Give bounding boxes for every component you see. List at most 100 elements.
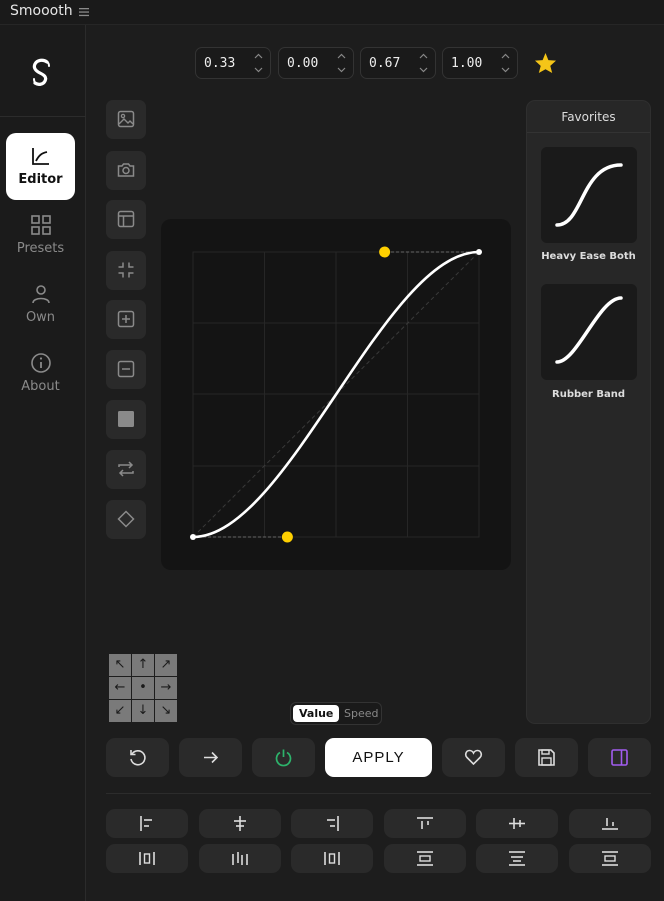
direction-right[interactable]: →: [155, 677, 177, 699]
swap-icon: [118, 461, 134, 477]
hamburger-menu-icon[interactable]: [78, 6, 90, 18]
reset-button[interactable]: [106, 738, 169, 777]
square-icon: [118, 411, 134, 427]
bezier-x2-value: 0.67: [369, 56, 401, 71]
align-right-icon: [327, 816, 339, 831]
spinner-icon[interactable]: [254, 52, 263, 74]
reset-icon: [130, 750, 146, 766]
align-top-icon: [417, 817, 433, 829]
curve-start-point: [190, 534, 196, 540]
direction-up-right[interactable]: ↗: [155, 654, 177, 676]
zoom-out-button[interactable]: [106, 350, 146, 389]
image-icon: [117, 110, 135, 128]
chart-icon: [32, 148, 49, 165]
distribute-v-top-button[interactable]: [384, 844, 466, 873]
align-center-v-icon: [509, 818, 525, 829]
svelte-logo-icon: [32, 58, 50, 86]
distribute-h-right-button[interactable]: [291, 844, 373, 873]
distribute-h-left-button[interactable]: [106, 844, 188, 873]
mode-value-option[interactable]: Value: [293, 705, 340, 722]
favorite-button[interactable]: [442, 738, 505, 777]
sidebar-item-label: Editor: [18, 172, 63, 187]
collapse-button[interactable]: [106, 251, 146, 290]
sidebar-item-label: Presets: [16, 241, 65, 256]
collapse-icon: [118, 262, 134, 278]
align-right-button[interactable]: [291, 809, 373, 838]
align-center-h-icon: [234, 816, 246, 831]
bezier-y2-input[interactable]: 1.00: [442, 47, 518, 79]
align-bottom-icon: [602, 818, 618, 830]
mode-toggle: Value Speed: [290, 702, 382, 725]
save-button[interactable]: [515, 738, 578, 777]
favorites-panel: Favorites Heavy Ease Both Rubber Band: [526, 100, 651, 724]
control-handle-1[interactable]: [281, 531, 293, 543]
direction-up-left[interactable]: ↖: [109, 654, 131, 676]
camera-button[interactable]: [106, 151, 146, 190]
sidebar-item-about[interactable]: About: [6, 340, 75, 407]
align-left-button[interactable]: [106, 809, 188, 838]
spinner-icon[interactable]: [419, 52, 428, 74]
mode-speed-option[interactable]: Speed: [338, 705, 384, 722]
favorites-title: Favorites: [527, 101, 650, 133]
divider: [106, 793, 651, 794]
align-center-h-button[interactable]: [199, 809, 281, 838]
apply-button[interactable]: APPLY: [325, 738, 432, 777]
direction-grid: ↖ ↑ ↗ ← • → ↙ ↓ ↘: [109, 654, 178, 722]
direction-left[interactable]: ←: [109, 677, 131, 699]
title-bar: Smoooth: [0, 0, 664, 25]
power-button[interactable]: [252, 738, 315, 777]
layout-icon: [117, 210, 135, 228]
sidebar-item-label: Own: [25, 310, 56, 325]
panel-toggle-button[interactable]: [588, 738, 651, 777]
distribute-h-center-icon: [232, 852, 248, 865]
direction-center[interactable]: •: [132, 677, 154, 699]
curve-end-point: [476, 249, 482, 255]
direction-up[interactable]: ↑: [132, 654, 154, 676]
zoom-in-icon: [117, 310, 135, 328]
favorite-card-heavy-ease-both[interactable]: [541, 147, 637, 243]
square-button[interactable]: [106, 400, 146, 439]
user-icon: [32, 285, 50, 304]
swap-button[interactable]: [106, 450, 146, 489]
distribute-v-bottom-icon: [602, 851, 618, 866]
favorite-card-rubber-band[interactable]: [541, 284, 637, 380]
direction-down-left[interactable]: ↙: [109, 700, 131, 722]
image-button[interactable]: [106, 100, 146, 139]
direction-down[interactable]: ↓: [132, 700, 154, 722]
curve-canvas[interactable]: [161, 219, 511, 570]
info-icon: [31, 353, 51, 373]
spinner-icon[interactable]: [501, 52, 510, 74]
bezier-x1-input[interactable]: 0.33: [195, 47, 271, 79]
next-button[interactable]: [179, 738, 242, 777]
distribute-h-left-icon: [139, 852, 155, 865]
distribute-v-bottom-button[interactable]: [569, 844, 651, 873]
arrow-right-icon: [204, 751, 219, 764]
logo: [0, 25, 86, 117]
layout-button[interactable]: [106, 200, 146, 239]
bezier-x1-value: 0.33: [204, 56, 236, 71]
distribute-h-center-button[interactable]: [199, 844, 281, 873]
panel-toggle-icon: [611, 749, 628, 766]
sidebar-item-editor[interactable]: Editor: [6, 133, 75, 200]
heart-icon: [464, 749, 483, 766]
star-icon[interactable]: [534, 52, 557, 74]
control-handle-2[interactable]: [379, 246, 391, 258]
bezier-y2-value: 1.00: [451, 56, 483, 71]
bezier-x2-input[interactable]: 0.67: [360, 47, 436, 79]
zoom-in-button[interactable]: [106, 300, 146, 339]
diamond-button[interactable]: [106, 500, 146, 539]
spinner-icon[interactable]: [337, 52, 346, 74]
align-bottom-button[interactable]: [569, 809, 651, 838]
sidebar-item-presets[interactable]: Presets: [6, 202, 75, 269]
sidebar-item-label: About: [21, 379, 60, 394]
app-title: Smoooth: [10, 3, 73, 19]
direction-down-right[interactable]: ↘: [155, 700, 177, 722]
distribute-v-center-button[interactable]: [476, 844, 558, 873]
favorite-preview-icon: [555, 163, 623, 227]
align-top-button[interactable]: [384, 809, 466, 838]
curve-editor[interactable]: [161, 219, 511, 570]
align-center-v-button[interactable]: [476, 809, 558, 838]
bezier-y1-input[interactable]: 0.00: [278, 47, 354, 79]
grid-icon: [31, 215, 51, 235]
sidebar-item-own[interactable]: Own: [6, 271, 75, 338]
